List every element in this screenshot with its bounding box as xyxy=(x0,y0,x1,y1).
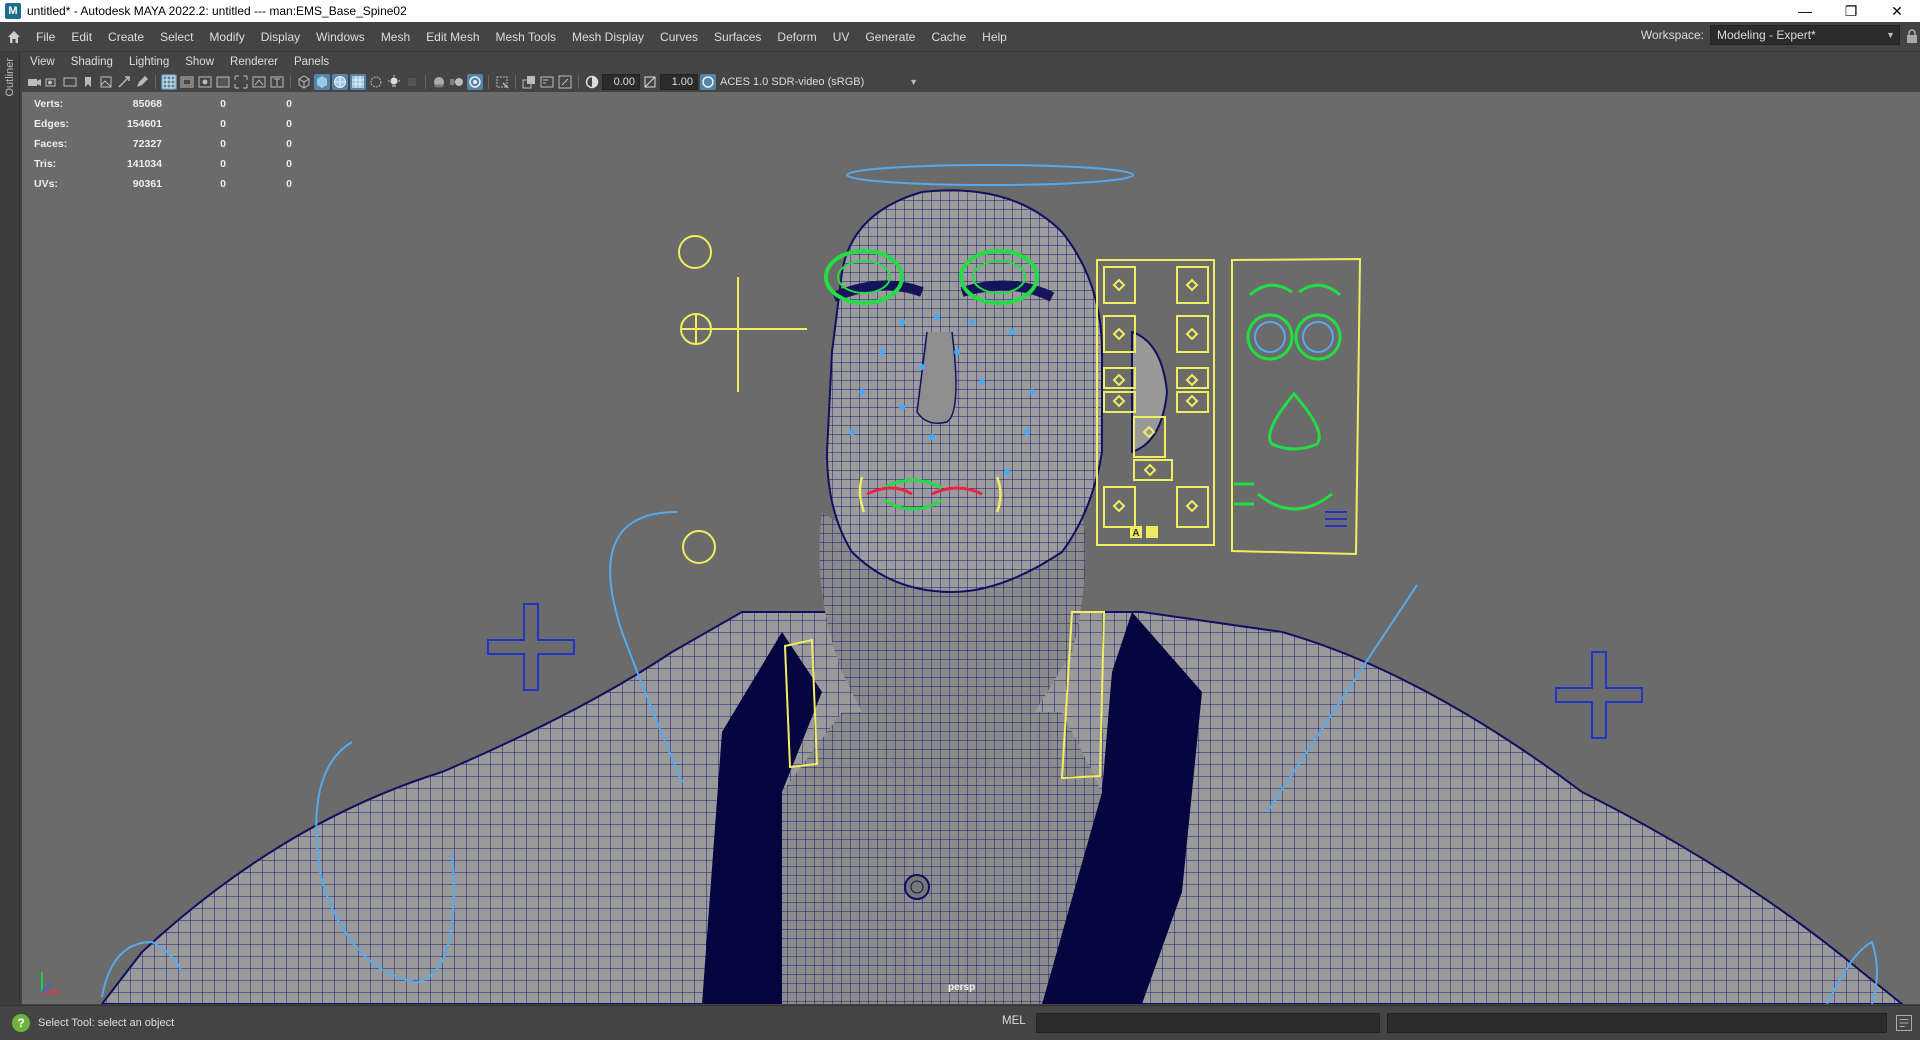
select-camera-icon[interactable] xyxy=(26,74,42,90)
home-icon xyxy=(8,30,20,43)
head-halo-control[interactable] xyxy=(846,164,1134,186)
field-chart-icon[interactable] xyxy=(233,74,249,90)
menu-deform[interactable]: Deform xyxy=(769,22,824,52)
title-bar: M untitled* - Autodesk MAYA 2022.2: unti… xyxy=(0,0,1920,22)
bookmarks-icon[interactable] xyxy=(62,74,78,90)
panel-menu-view[interactable]: View xyxy=(22,56,63,68)
close-button[interactable]: ✕ xyxy=(1874,0,1920,22)
workspace-label: Workspace: xyxy=(1640,28,1704,42)
frame-selected-icon[interactable] xyxy=(557,74,573,90)
wireframe-on-shaded-icon[interactable] xyxy=(332,74,348,90)
grid-icon[interactable] xyxy=(161,74,177,90)
color-management-icon[interactable] xyxy=(700,74,716,90)
hud-icon[interactable] xyxy=(539,74,555,90)
use-default-lights-icon[interactable] xyxy=(386,74,402,90)
menu-windows[interactable]: Windows xyxy=(308,22,373,52)
menu-edit-mesh[interactable]: Edit Mesh xyxy=(418,22,487,52)
menu-modify[interactable]: Modify xyxy=(201,22,252,52)
anti-aliasing-icon[interactable] xyxy=(467,74,483,90)
safe-action-icon[interactable] xyxy=(251,74,267,90)
home-button[interactable] xyxy=(0,23,28,51)
script-editor-icon[interactable] xyxy=(1896,1015,1912,1031)
minimize-button[interactable]: — xyxy=(1782,0,1828,22)
menu-select[interactable]: Select xyxy=(152,22,201,52)
window-title: untitled* - Autodesk MAYA 2022.2: untitl… xyxy=(27,4,407,18)
menu-edit[interactable]: Edit xyxy=(63,22,100,52)
poly-count-hud: Verts: 85068 0 0 Edges: 154601 0 0 Faces… xyxy=(34,94,292,194)
command-result-field xyxy=(1387,1013,1887,1033)
menu-file[interactable]: File xyxy=(28,22,63,52)
exposure-field[interactable]: 0.00 xyxy=(602,74,640,90)
viewport-persp[interactable]: A Verts: 85068 0 0 Edges: 154601 0 0 Fac… xyxy=(22,92,1920,1004)
menu-surfaces[interactable]: Surfaces xyxy=(706,22,769,52)
help-command-line: ? Select Tool: select an object MEL xyxy=(0,1005,1920,1040)
menu-curves[interactable]: Curves xyxy=(652,22,706,52)
motion-blur-icon[interactable] xyxy=(449,74,465,90)
gamma-icon[interactable] xyxy=(642,74,658,90)
gamma-field[interactable]: 1.00 xyxy=(660,74,698,90)
menu-mesh[interactable]: Mesh xyxy=(373,22,418,52)
hud-row-tris: Tris: 141034 0 0 xyxy=(34,158,292,170)
exposure-icon[interactable] xyxy=(584,74,600,90)
xray-icon[interactable] xyxy=(368,74,384,90)
hud-row-edges: Edges: 154601 0 0 xyxy=(34,118,292,130)
isolate-select-icon[interactable] xyxy=(494,74,510,90)
safe-title-icon[interactable] xyxy=(269,74,285,90)
mel-command-input[interactable] xyxy=(1036,1013,1380,1033)
image-plane-icon[interactable] xyxy=(98,74,114,90)
face-panel-mask-icon[interactable] xyxy=(1146,526,1158,538)
ambient-occlusion-icon[interactable] xyxy=(431,74,447,90)
grease-pencil-icon[interactable] xyxy=(134,74,150,90)
help-line-text: Select Tool: select an object xyxy=(38,1017,175,1029)
gate-mask-icon[interactable] xyxy=(215,74,231,90)
film-gate-icon[interactable] xyxy=(179,74,195,90)
camera-attributes-icon[interactable] xyxy=(44,74,60,90)
maximize-button[interactable]: ❐ xyxy=(1828,0,1874,22)
workspace-dropdown[interactable]: Modeling - Expert* xyxy=(1710,25,1900,45)
panel-menu-shading[interactable]: Shading xyxy=(63,56,121,68)
camera-sync-icon[interactable] xyxy=(521,74,537,90)
hud-row-faces: Faces: 72327 0 0 xyxy=(34,138,292,150)
eye-aim-controls[interactable] xyxy=(678,235,807,564)
smooth-shade-icon[interactable] xyxy=(314,74,330,90)
panel-menu-bar: View Shading Lighting Show Renderer Pane… xyxy=(22,52,1920,72)
menu-generate[interactable]: Generate xyxy=(857,22,923,52)
wireframe-icon[interactable] xyxy=(296,74,312,90)
view-axis-gizmo xyxy=(41,972,60,993)
panel-menu-panels[interactable]: Panels xyxy=(286,56,337,68)
menu-help[interactable]: Help xyxy=(974,22,1015,52)
workspace-selector: Workspace: Modeling - Expert* xyxy=(1641,25,1900,45)
panel-toolbar: 0.00 1.00 ACES 1.0 SDR-video (sRGB) xyxy=(22,72,1920,92)
face-panel-a-label: A xyxy=(1132,528,1139,539)
lock-icon[interactable] xyxy=(1906,29,1918,43)
two-d-pan-zoom-icon[interactable] xyxy=(116,74,132,90)
help-icon: ? xyxy=(12,1014,30,1032)
menu-uv[interactable]: UV xyxy=(825,22,858,52)
hud-row-verts: Verts: 85068 0 0 xyxy=(34,98,292,110)
panel-menu-lighting[interactable]: Lighting xyxy=(121,56,177,68)
maya-logo-icon: M xyxy=(5,3,21,19)
menu-display[interactable]: Display xyxy=(253,22,308,52)
view-transform-dropdown[interactable]: ACES 1.0 SDR-video (sRGB) xyxy=(718,74,918,90)
textured-icon[interactable] xyxy=(350,74,366,90)
mel-language-toggle[interactable]: MEL xyxy=(1002,1015,1026,1027)
scene-view[interactable]: A xyxy=(22,92,1920,1004)
menu-mesh-tools[interactable]: Mesh Tools xyxy=(488,22,564,52)
main-menu-bar: File Edit Create Select Modify Display W… xyxy=(0,22,1920,52)
shadows-icon[interactable] xyxy=(404,74,420,90)
menu-create[interactable]: Create xyxy=(100,22,152,52)
outliner-label: Outliner xyxy=(4,58,16,97)
bookmark-icon[interactable] xyxy=(80,74,96,90)
panel-menu-renderer[interactable]: Renderer xyxy=(222,56,286,68)
panel-menu-show[interactable]: Show xyxy=(177,56,222,68)
menu-cache[interactable]: Cache xyxy=(923,22,974,52)
hud-row-uvs: UVs: 90361 0 0 xyxy=(34,178,292,190)
face-control-panel-right[interactable] xyxy=(1231,257,1362,556)
menu-mesh-display[interactable]: Mesh Display xyxy=(564,22,652,52)
outliner-strip[interactable]: Outliner xyxy=(0,52,20,1005)
resolution-gate-icon[interactable] xyxy=(197,74,213,90)
camera-name-label: persp xyxy=(948,982,976,993)
